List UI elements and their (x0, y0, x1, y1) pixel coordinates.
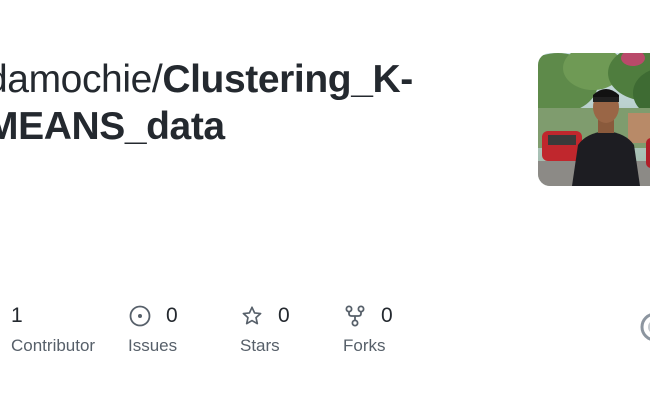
repo-name-line2: MEANS_data (0, 105, 225, 148)
issues-count: 0 (166, 304, 178, 327)
repo-forked-icon (343, 304, 367, 328)
star-icon (240, 304, 264, 328)
contributors-count: 1 (11, 304, 23, 327)
stat-stars[interactable]: 0 Stars (240, 300, 290, 357)
forks-count: 0 (381, 304, 393, 327)
stars-label: Stars (240, 336, 280, 355)
forks-label: Forks (343, 336, 386, 355)
github-logo-icon (640, 312, 650, 342)
contributors-label: Contributor (11, 336, 96, 355)
issue-opened-icon (128, 304, 152, 328)
stat-contributors[interactable]: 1 Contributor (11, 300, 95, 357)
issues-label: Issues (128, 336, 178, 355)
avatar-photo (538, 53, 650, 186)
repo-owner: damochie (0, 58, 152, 101)
repo-title[interactable]: damochie/Clustering_K- MEANS_data (0, 56, 506, 150)
stars-count: 0 (278, 304, 290, 327)
repo-name-line1: Clustering_K- (162, 58, 413, 101)
stat-issues[interactable]: 0 Issues (128, 300, 178, 357)
repo-separator: / (151, 58, 163, 101)
owner-avatar[interactable] (538, 53, 650, 186)
stat-forks[interactable]: 0 Forks (343, 300, 393, 357)
social-preview-card: damochie/Clustering_K- MEANS_data 1 Cont… (0, 0, 650, 400)
repo-stats: 1 Contributor 0 Issues 0 Stars 0 Forks (0, 300, 650, 360)
